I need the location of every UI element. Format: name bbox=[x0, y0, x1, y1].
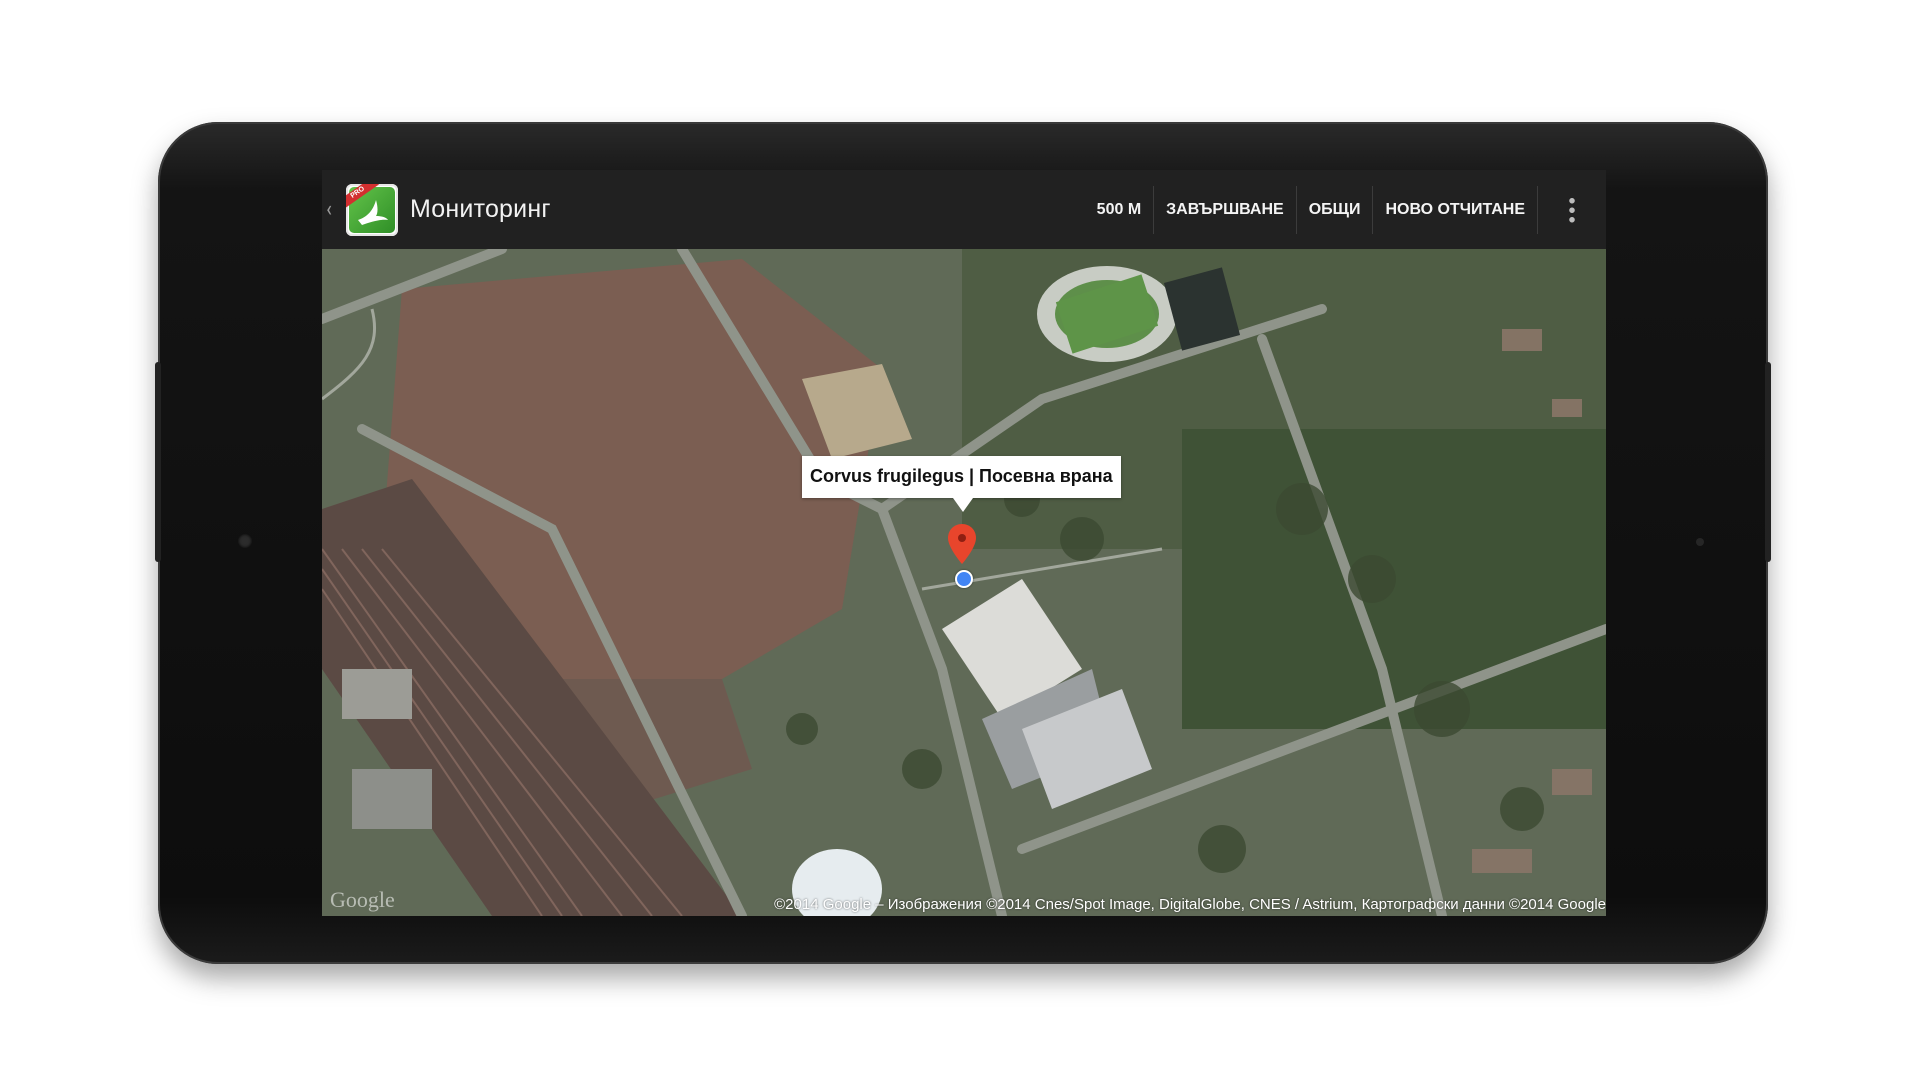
marker-info-window[interactable]: Corvus frugilegus | Посевна врана bbox=[802, 456, 1121, 498]
current-location-dot bbox=[955, 570, 973, 588]
side-button-right bbox=[1765, 362, 1771, 562]
satellite-map[interactable]: Corvus frugilegus | Посевна врана Google… bbox=[322, 249, 1606, 916]
up-chevron-icon[interactable]: ‹ bbox=[326, 198, 340, 221]
light-sensor bbox=[1696, 538, 1704, 546]
map-attribution: ©2014 Google – Изображения ©2014 Cnes/Sp… bbox=[774, 896, 1606, 913]
page-title: Мониторинг bbox=[410, 195, 551, 223]
google-logo: Google bbox=[330, 887, 395, 912]
map-marker-icon[interactable] bbox=[948, 524, 976, 564]
finish-button[interactable]: ЗАВЪРШВАНЕ bbox=[1153, 185, 1296, 234]
new-count-button[interactable]: НОВО ОТЧИТАНЕ bbox=[1372, 185, 1537, 234]
info-window-tail bbox=[953, 498, 973, 512]
action-buttons: 500 М ЗАВЪРШВАНЕ ОБЩИ НОВО ОТЧИТАНЕ bbox=[1085, 170, 1606, 249]
app-screen: ‹ PRO Мониторинг 500 М ЗАВЪРШВАНЕ ОБЩИ Н… bbox=[322, 170, 1606, 916]
overflow-menu-button[interactable] bbox=[1537, 185, 1606, 234]
summary-button[interactable]: ОБЩИ bbox=[1295, 185, 1373, 234]
side-button-left bbox=[155, 362, 161, 562]
front-camera bbox=[238, 534, 252, 548]
more-vert-icon bbox=[1569, 195, 1575, 224]
radius-500m-button[interactable]: 500 М bbox=[1085, 186, 1153, 234]
action-bar: ‹ PRO Мониторинг 500 М ЗАВЪРШВАНЕ ОБЩИ Н… bbox=[322, 170, 1606, 249]
app-logo-icon[interactable]: PRO bbox=[346, 183, 398, 236]
